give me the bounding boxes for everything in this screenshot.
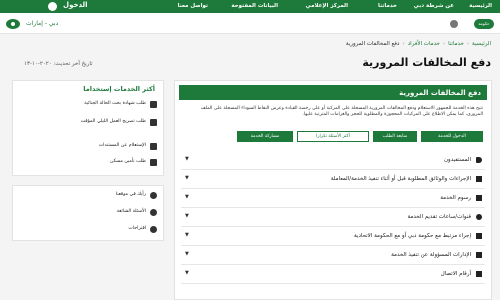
- feedback-icon: [150, 192, 157, 199]
- accordion-label: المستفيدون: [444, 157, 471, 163]
- most-used-services: أكثر الخدمات إستخداما طلب شهادة بحث الحا…: [12, 80, 164, 176]
- accordion-label: الإدارات المسؤولة عن تنفيذ الخدمة: [391, 252, 471, 258]
- building-icon: [476, 252, 482, 258]
- chevron-down-icon: ▼: [185, 156, 189, 162]
- chevron-down-icon: ▼: [185, 175, 189, 181]
- service-panel: دفع المخالفات المرورية تتيح هذه الخدمة ل…: [174, 80, 492, 300]
- lightbulb-icon: [150, 226, 157, 233]
- start-service-button[interactable]: الدخول للخدمة: [421, 131, 483, 142]
- share-service-button[interactable]: مشاركة الخدمة: [237, 131, 293, 142]
- accordion-label: قنوات/ساعات تقديم الخدمة: [407, 214, 471, 220]
- question-icon: [150, 209, 157, 216]
- service-description: تتيح هذه الخدمة للجمهور الاستعلام ودفع ا…: [200, 106, 483, 118]
- accordion-label: أرقام الاتصال: [440, 271, 471, 277]
- chevron-down-icon: ▼: [185, 232, 189, 238]
- nav-home[interactable]: الرئيسية: [469, 3, 492, 9]
- breadcrumb-home[interactable]: الرئيسية: [472, 41, 491, 47]
- follow-request-button[interactable]: متابعة الطلب: [373, 131, 417, 142]
- link-icon: [476, 233, 482, 239]
- chevron-down-icon: ▼: [185, 251, 189, 257]
- suggestions-link[interactable]: اقتراحات: [19, 226, 157, 233]
- document-icon: [150, 101, 157, 108]
- service-link-documents[interactable]: الإستعلام عن المستندات: [19, 143, 157, 150]
- dark-mode-icon[interactable]: [450, 20, 458, 28]
- checklist-icon: [476, 176, 482, 182]
- accordion-departments[interactable]: الإدارات المسؤولة عن تنفيذ الخدمة ▼: [181, 246, 485, 265]
- house-icon: [150, 159, 157, 166]
- accordion-linked-procedure[interactable]: إجراء مرتبط مع حكومة دبي أو مع الحكومة ا…: [181, 227, 485, 246]
- help-links: رأيك في موقعنا الأسئلة الشائعة اقتراحات: [12, 185, 164, 241]
- dubai-gov-logo[interactable]: حكومة: [474, 19, 494, 29]
- user-icon[interactable]: [48, 2, 57, 11]
- nav-media-center[interactable]: المركز الإعلامي: [306, 3, 348, 9]
- breadcrumb-current: دفع المخالفات المرورية: [345, 41, 400, 47]
- document-icon: [150, 143, 157, 150]
- chevron-down-icon: ▼: [185, 270, 189, 276]
- accordion-label: إجراء مرتبط مع حكومة دبي أو مع الحكومة ا…: [353, 233, 471, 239]
- chevron-down-icon: ▼: [185, 213, 189, 219]
- eye-icon[interactable]: [6, 19, 20, 29]
- login-link[interactable]: الدخول: [63, 1, 88, 9]
- document-icon: [150, 119, 157, 126]
- service-link-home-security[interactable]: طلب تأمين مسكن: [19, 159, 157, 166]
- accordion-label: الإجراءات والوثائق المطلوبة قبل أو أثناء…: [330, 176, 471, 182]
- service-link-night-work[interactable]: طلب تصريح العمل الليلي المؤقت: [19, 119, 157, 126]
- accordion-beneficiaries[interactable]: المستفيدون ▼: [181, 151, 485, 170]
- page-title: دفع المخالفات المرورية: [362, 56, 491, 69]
- breadcrumb-services[interactable]: خدماتنا: [448, 41, 464, 47]
- most-used-title: أكثر الخدمات إستخداما: [83, 85, 155, 93]
- accordion-fees[interactable]: رسوم الخدمة ▼: [181, 189, 485, 208]
- accordion-contact-numbers[interactable]: أرقام الاتصال ▼: [181, 265, 485, 284]
- breadcrumb: الرئيسية›خدماتنا›خدمات الأفراد›دفع المخا…: [345, 41, 491, 47]
- chevron-down-icon: ▼: [185, 194, 189, 200]
- dubai-uae-logo[interactable]: دبي - إمارات: [26, 20, 58, 27]
- logo-bar: حكومة دبي - إمارات: [0, 13, 500, 34]
- top-nav: الرئيسية عن شرطة دبي خدماتنا المركز الإع…: [0, 0, 500, 13]
- nav-about[interactable]: عن شرطة دبي: [414, 3, 454, 9]
- feedback-link[interactable]: رأيك في موقعنا: [19, 192, 157, 199]
- phone-icon: [476, 271, 482, 277]
- accordion-procedures[interactable]: الإجراءات والوثائق المطلوبة قبل أو أثناء…: [181, 170, 485, 189]
- nav-services[interactable]: خدماتنا: [378, 3, 397, 9]
- service-accordion: المستفيدون ▼ الإجراءات والوثائق المطلوبة…: [181, 151, 485, 284]
- section-header: دفع المخالفات المرورية: [179, 85, 487, 100]
- accordion-label: رسوم الخدمة: [440, 195, 471, 201]
- breadcrumb-individuals[interactable]: خدمات الأفراد: [408, 41, 440, 47]
- faq-link[interactable]: الأسئلة الشائعة: [19, 209, 157, 216]
- faq-button[interactable]: أكثر الأسئلة تكرارا: [297, 131, 369, 142]
- accordion-channels[interactable]: قنوات/ساعات تقديم الخدمة ▼: [181, 208, 485, 227]
- last-updated: تاريخ آخر تحديث: ٢٠٢٠-١٠-١٣: [24, 61, 93, 67]
- nav-open-data[interactable]: البيانات المفتوحة: [231, 3, 278, 9]
- service-link-criminal-status[interactable]: طلب شهادة بحث الحالة الجنائية: [19, 101, 157, 108]
- money-icon: [476, 195, 482, 201]
- clock-icon: [476, 214, 482, 220]
- nav-contact[interactable]: تواصل معنا: [178, 3, 208, 9]
- tag-icon: [476, 157, 482, 163]
